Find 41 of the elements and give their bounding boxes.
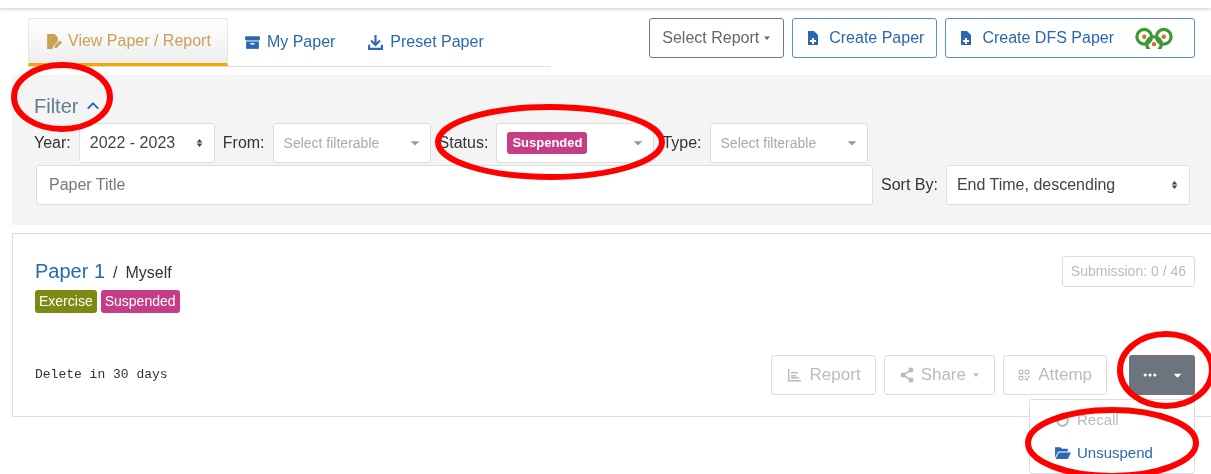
separator-text: / xyxy=(113,263,118,283)
select-report-dropdown[interactable]: Select Report xyxy=(649,18,785,58)
sort-label: Sort By: xyxy=(881,175,938,195)
year-select[interactable]: 2022 - 2023 xyxy=(78,123,215,163)
owner-text: Myself xyxy=(125,263,172,283)
filter-heading: Filter xyxy=(34,94,79,119)
rings-logo-icon xyxy=(1134,27,1174,49)
deletion-note: Delete in 30 days xyxy=(35,366,168,385)
share-icon xyxy=(898,367,915,383)
tab[interactable]: My Paper xyxy=(227,18,352,66)
create-paper-button[interactable]: Create Paper xyxy=(792,18,938,58)
field-label: From: xyxy=(222,133,265,153)
menu-item[interactable]: Unsuspend xyxy=(1030,436,1194,469)
archive-box-icon xyxy=(243,33,261,51)
create-dfs-paper-button[interactable]: Create DFS Paper xyxy=(945,18,1195,58)
placeholder-text: Select filterable xyxy=(720,133,817,153)
bar-chart-icon xyxy=(785,367,802,383)
status-tag: Suspended xyxy=(507,132,588,154)
caret-icon xyxy=(972,371,980,379)
submission-count: Submission: 0 / 46 xyxy=(1061,256,1195,287)
download-icon xyxy=(367,33,385,51)
caret-icon xyxy=(409,138,420,148)
sort-arrows-icon xyxy=(1169,179,1179,191)
file-edit-icon xyxy=(45,32,62,50)
folder-open-icon xyxy=(1054,444,1071,462)
field-label: Year: xyxy=(34,133,71,153)
status-tag: Suspended xyxy=(100,290,180,313)
paper-title-link[interactable]: Paper 1 xyxy=(35,256,106,286)
status-tag: Exercise xyxy=(35,290,97,313)
filter-combo[interactable]: Suspended xyxy=(496,123,655,163)
sort-arrows-icon xyxy=(194,137,204,149)
caret-icon xyxy=(633,138,644,148)
history-icon xyxy=(1054,411,1071,429)
qr-code-icon xyxy=(1018,367,1031,383)
caret-icon xyxy=(846,138,857,148)
placeholder-text: Select filterable xyxy=(283,133,380,153)
more-actions-button[interactable] xyxy=(1129,355,1195,395)
tab[interactable]: Preset Paper xyxy=(351,18,500,66)
paper-title-input[interactable]: Paper Title xyxy=(36,165,873,205)
sort-select[interactable]: End Time, descending xyxy=(945,165,1190,205)
caret-icon xyxy=(763,34,772,42)
